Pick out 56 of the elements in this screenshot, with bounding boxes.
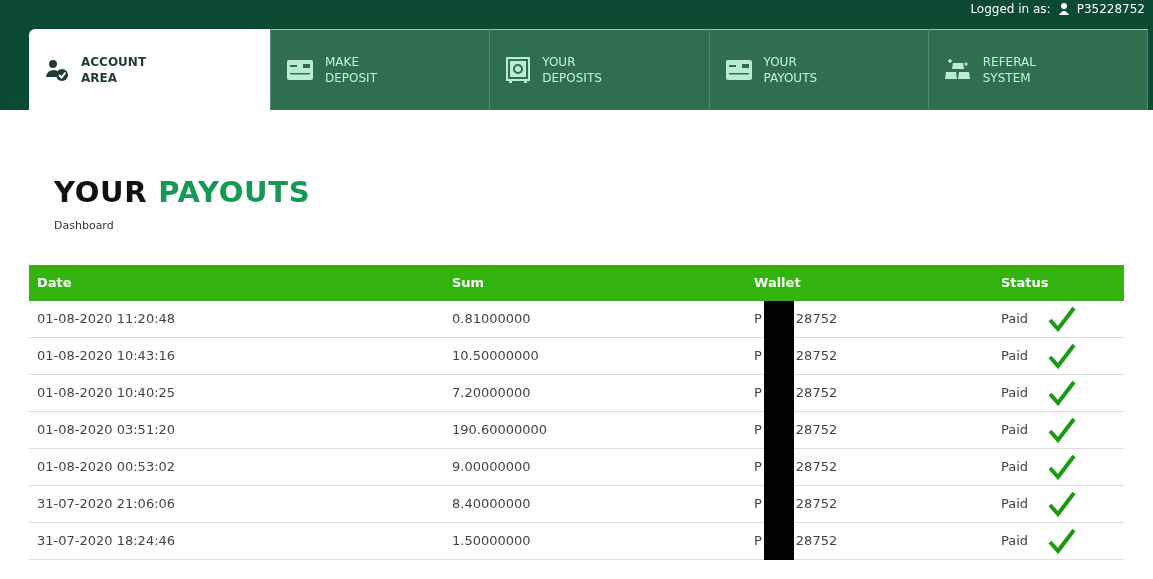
wallet-text: P [754,458,762,477]
column-header: Sum [452,273,486,292]
stacked-bars-icon [944,58,971,82]
sum-cell-text: 7.20000000 [452,384,532,403]
nav-tab[interactable]: ACCOUNT AREA [29,29,271,110]
sum-cell-text: 10.50000000 [452,347,540,366]
redaction-bar [763,522,794,560]
status-text: Paid [1001,458,1029,477]
status-text: Paid [1001,532,1029,551]
wallet-text: 28752 [795,421,838,440]
nav-tab[interactable]: REFERAL SYSTEM [928,29,1148,110]
nav-tab[interactable]: YOUR DEPOSITS [490,29,710,110]
status-text: Paid [1001,421,1029,440]
wallet-text: P [754,384,762,403]
wallet-text: P [754,310,762,329]
status-text: Paid [1001,384,1029,403]
sum-cell-text: 190.60000000 [452,421,549,440]
wallet-text: 28752 [795,458,838,477]
breadcrumb: Dashboard [54,218,115,234]
wallet-text: P [754,495,762,514]
username: P35228752 [1076,1,1145,18]
column-header: Status [1001,273,1050,292]
wallet-text: 28752 [795,310,838,329]
status-text: Paid [1001,310,1029,329]
nav-tab[interactable]: MAKE DEPOSIT [271,29,491,110]
user-icon [1058,3,1069,15]
wallet-text: P [754,347,762,366]
column-header: Wallet [754,273,802,292]
wallet-text: 28752 [795,495,838,514]
page-title: YOUR PAYOUTS [54,174,312,210]
date-cell-text: 01-08-2020 11:20:48 [37,310,177,329]
date-cell-text: 31-07-2020 21:06:06 [37,495,177,514]
sum-cell-text: 1.50000000 [452,532,532,551]
sum-cell-text: 0.81000000 [452,310,532,329]
logged-in-label: Logged in as: [970,1,1051,18]
date-cell-text: 01-08-2020 03:51:20 [37,421,177,440]
card-icon [725,60,752,80]
status-text: Paid [1001,495,1029,514]
date-cell-text: 01-08-2020 10:40:25 [37,384,177,403]
date-cell-text: 31-07-2020 18:24:46 [37,532,177,551]
wallet-text: P [754,421,762,440]
column-header: Date [37,273,73,292]
wallet-text: 28752 [795,384,838,403]
wallet-text: 28752 [795,347,838,366]
safe-icon [506,57,531,83]
status-text: Paid [1001,347,1029,366]
wallet-text: 28752 [795,532,838,551]
redaction-bar [763,300,794,338]
sum-cell-text: 8.40000000 [452,495,532,514]
wallet-text: P [754,532,762,551]
card-icon [287,60,313,80]
user-check-icon [45,57,69,82]
date-cell-text: 01-08-2020 10:43:16 [37,347,177,366]
sum-cell-text: 9.00000000 [452,458,532,477]
date-cell-text: 01-08-2020 00:53:02 [37,458,177,477]
nav-tab[interactable]: YOUR PAYOUTS [709,29,929,110]
